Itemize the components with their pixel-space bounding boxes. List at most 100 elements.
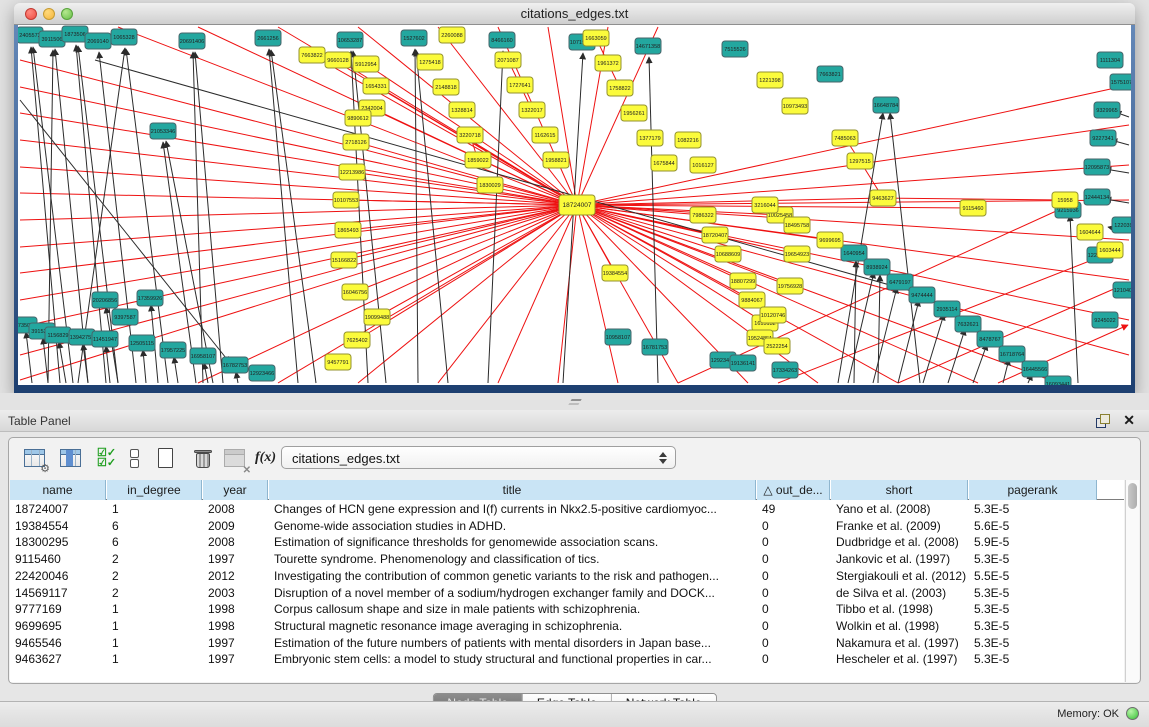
delete-icon[interactable] <box>189 445 217 473</box>
graph-node[interactable]: 16782753 <box>222 357 248 373</box>
graph-node[interactable]: 1065328 <box>111 29 137 45</box>
graph-node[interactable]: 1328814 <box>449 102 475 118</box>
graph-node[interactable]: 1873506 <box>62 26 88 42</box>
close-panel-icon[interactable]: ✕ <box>1123 412 1135 429</box>
graph-node[interactable]: 9115460 <box>960 200 986 216</box>
column-header-year[interactable]: year <box>203 480 268 500</box>
graph-node[interactable]: 3216044 <box>752 197 778 213</box>
graph-node[interactable]: 16958107 <box>190 348 216 364</box>
graph-node[interactable]: 7625402 <box>344 332 370 348</box>
table-settings-icon[interactable]: ⚙ <box>21 445 49 473</box>
graph-node[interactable]: 16648784 <box>873 97 899 113</box>
graph-node[interactable]: 1527602 <box>401 30 427 46</box>
graph-node[interactable]: 12923466 <box>249 365 275 381</box>
citation-edge-red[interactable] <box>20 205 577 220</box>
graph-node[interactable]: 19384554 <box>602 265 628 281</box>
column-header-pagerank[interactable]: pagerank <box>969 480 1097 500</box>
graph-node[interactable]: 10973493 <box>782 98 808 114</box>
citation-edge-black[interactable] <box>143 350 146 383</box>
graph-node[interactable]: 10107553 <box>333 192 359 208</box>
graph-node[interactable]: 6479197 <box>887 274 913 290</box>
graph-node[interactable]: 7485063 <box>832 130 858 146</box>
column-header-short[interactable]: short <box>831 480 968 500</box>
table-scrollbar-thumb[interactable] <box>1128 483 1137 509</box>
citation-edge-red[interactable] <box>278 205 577 383</box>
citation-edge-red[interactable] <box>577 205 618 383</box>
graph-node[interactable]: 17957225 <box>160 342 186 358</box>
graph-node[interactable]: 1640954 <box>841 245 867 261</box>
citation-edge-black[interactable] <box>43 338 48 383</box>
citation-edge-black[interactable] <box>873 287 897 383</box>
graph-node[interactable]: 1297515 <box>847 153 873 169</box>
graph-node[interactable]: 1865493 <box>335 222 361 238</box>
citation-edge-red[interactable] <box>577 205 1129 355</box>
graph-node[interactable]: 1675844 <box>651 155 677 171</box>
graph-node[interactable]: 8478767 <box>977 331 1003 347</box>
column-header-name[interactable]: name <box>10 480 106 500</box>
graph-node[interactable]: 18807299 <box>730 273 756 289</box>
graph-node[interactable]: 16046756 <box>342 284 368 300</box>
column-header-title[interactable]: title <box>269 480 756 500</box>
graph-node[interactable]: 1758822 <box>607 80 633 96</box>
graph-node[interactable]: 11451947 <box>92 331 118 347</box>
graph-node[interactable]: 16718764 <box>999 346 1025 362</box>
graph-node[interactable]: 9397587 <box>112 309 138 325</box>
citation-edge-black[interactable] <box>26 332 32 383</box>
table-row[interactable]: 911546021997Tourette syndrome. Phenomeno… <box>10 551 1124 568</box>
splitter-grip-icon[interactable] <box>568 399 581 405</box>
graph-node[interactable]: 1275418 <box>417 54 443 70</box>
table-row[interactable]: 1456911722003Disruption of a novel membe… <box>10 585 1124 602</box>
citation-edge-black[interactable] <box>193 52 203 383</box>
network-canvas[interactable]: 2405572391150618735062069140106532820691… <box>18 25 1131 385</box>
graph-node[interactable]: 2260088 <box>439 27 465 43</box>
citation-edge-black[interactable] <box>236 372 238 383</box>
graph-node[interactable]: 12213986 <box>339 164 365 180</box>
function-icon[interactable]: f(x) <box>253 445 281 473</box>
graph-node[interactable]: 1377179 <box>637 130 663 146</box>
graph-node[interactable]: 2148818 <box>433 79 459 95</box>
table-row[interactable]: 1938455462009Genome-wide association stu… <box>10 518 1124 535</box>
citation-edge-black[interactable] <box>1070 215 1078 383</box>
column-header-in_degree[interactable]: in_degree <box>107 480 202 500</box>
graph-node[interactable]: 12505115 <box>129 335 155 351</box>
graph-node[interactable]: 9245022 <box>1092 312 1118 328</box>
citation-edge-black[interactable] <box>948 329 965 383</box>
graph-node[interactable]: 1603444 <box>1097 242 1123 258</box>
graph-node[interactable]: 1322017 <box>519 102 545 118</box>
citation-edge-red[interactable] <box>577 200 1129 205</box>
graph-node[interactable]: 19136141 <box>730 355 756 371</box>
split-view-icon[interactable] <box>121 445 149 473</box>
graph-node[interactable]: 5912954 <box>353 56 379 72</box>
table-row[interactable]: 969969511998Structural magnetic resonanc… <box>10 618 1124 635</box>
column-select-icon[interactable] <box>57 445 85 473</box>
citation-edge-black[interactable] <box>59 342 66 383</box>
citation-edge-black[interactable] <box>83 344 88 383</box>
graph-node[interactable]: 1111304 <box>1097 52 1123 68</box>
graph-node[interactable]: 2718126 <box>343 134 369 150</box>
graph-node[interactable]: 9463627 <box>870 190 896 206</box>
graph-node[interactable]: 18495758 <box>784 217 810 233</box>
window-titlebar[interactable]: citations_edges.txt <box>14 3 1135 25</box>
graph-node[interactable]: 10653287 <box>337 32 363 48</box>
citation-edge-black[interactable] <box>174 357 178 383</box>
graph-node[interactable]: 8938924 <box>864 259 890 275</box>
graph-node[interactable]: 17359926 <box>137 290 163 306</box>
citation-edge-black[interactable] <box>415 49 418 383</box>
graph-node[interactable]: 15166822 <box>331 252 357 268</box>
graph-node[interactable]: 9884067 <box>739 292 765 308</box>
graph-node[interactable]: 1859022 <box>465 152 491 168</box>
citation-edge-red[interactable] <box>577 205 1058 383</box>
horizontal-splitter[interactable] <box>0 393 1149 410</box>
graph-node[interactable]: 1221398 <box>757 72 783 88</box>
citation-edge-red[interactable] <box>558 205 577 383</box>
graph-node[interactable]: 13942757 <box>69 329 95 345</box>
graph-node[interactable]: 3911506 <box>39 31 65 47</box>
graph-node[interactable]: 10688609 <box>715 246 741 262</box>
graph-node[interactable]: 17334263 <box>772 362 798 378</box>
float-window-icon[interactable] <box>1096 414 1109 427</box>
citation-edge-black[interactable] <box>923 314 944 383</box>
table-row[interactable]: 2242004622012Investigating the contribut… <box>10 568 1124 585</box>
graph-node[interactable]: 1016127 <box>690 157 716 173</box>
graph-node[interactable]: 9660128 <box>325 52 351 68</box>
graph-node[interactable]: 1162615 <box>532 127 558 143</box>
